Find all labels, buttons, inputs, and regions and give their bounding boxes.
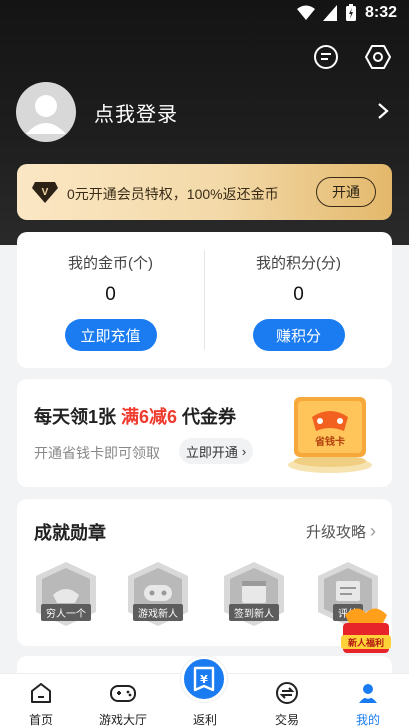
coins-value: 0 [105,284,116,305]
coupon-title-suffix: 代金券 [177,407,237,427]
message-icon[interactable] [311,42,341,72]
badge-label: 游戏新人 [133,604,183,621]
coupon-title-prefix: 每天领1张 [34,407,122,427]
chevron-right-icon: › [370,521,376,541]
savings-card-label: 省钱卡 [314,435,345,448]
coupon-highlight: 满6减6 [121,407,178,427]
tab-label: 首页 [28,713,53,727]
wallet-card: 我的金币(个) 0 立即充值 我的积分(分) 0 赚积分 [17,232,392,368]
upgrade-guide-label: 升级攻略 [305,524,366,541]
tab-label: 游戏大厅 [98,713,147,727]
vip-banner[interactable]: V 0元开通会员特权，100%返还金币 开通 [17,164,392,220]
settings-icon[interactable] [363,42,393,72]
default-avatar-icon [26,95,66,134]
battery-icon [345,4,356,21]
badge-label: 签到新人 [229,604,279,621]
status-bar: 8:32 [0,0,409,28]
wifi-icon [296,5,315,20]
recharge-button[interactable]: 立即充值 [64,319,157,351]
badge-item[interactable]: 穷人一个 [33,561,99,627]
coins-stat: 我的金币(个) 0 立即充值 [17,232,204,368]
points-value: 0 [293,284,304,305]
achievements-title: 成就勋章 [34,523,106,543]
chevron-right-icon[interactable] [375,101,391,121]
coupon-card[interactable]: 每天领1张 满6减6 代金券 开通省钱卡即可领取 立即开通 › 省钱卡 [17,379,392,487]
earn-points-button[interactable]: 赚积分 [252,319,345,351]
coupon-title: 每天领1张 满6减6 代金券 [34,403,236,429]
newbie-gift-icon[interactable]: 新人福利 [337,601,395,659]
user-icon [359,684,377,703]
coupon-open-button[interactable]: 立即开通 › [179,438,253,464]
badge-label: 穷人一个 [41,604,91,621]
upgrade-guide-link[interactable]: 升级攻略 › [306,521,376,542]
rebate-center-button[interactable]: ¥ [181,656,227,702]
chevron-right-icon: › [241,443,247,459]
vip-text: 0元开通会员特权，100%返还金币 [67,186,279,202]
achievements-card: 成就勋章 升级攻略› 穷人一个 游戏新人 签到新人 评估 [17,499,392,646]
rebate-icon: ¥ [193,666,215,692]
avatar[interactable] [16,82,76,142]
tab-home[interactable]: 首页 [0,674,82,727]
coins-label: 我的金币(个) [68,255,153,272]
tab-label: 交易 [274,713,299,727]
signal-icon [322,5,337,21]
tab-game-hall[interactable]: 游戏大厅 [82,674,164,727]
points-stat: 我的积分(分) 0 赚积分 [205,232,392,368]
vip-diamond-icon: V [32,182,58,203]
tab-mine[interactable]: 我的 [327,674,409,727]
newbie-gift-label: 新人福利 [348,637,384,649]
login-link[interactable]: 点我登录 [94,98,178,127]
badge-item[interactable]: 游戏新人 [125,561,191,627]
exchange-icon [276,682,298,704]
badge-item[interactable]: 签到新人 [221,561,287,627]
svg-text:¥: ¥ [200,673,208,686]
tab-trade[interactable]: 交易 [246,674,328,727]
points-label: 我的积分(分) [256,255,341,272]
savings-card-icon: 省钱卡 [288,397,372,473]
status-time: 8:32 [364,4,397,21]
home-icon [31,683,51,703]
vip-open-button[interactable]: 开通 [316,177,376,207]
tab-label: 返利 [192,713,217,727]
svg-text:V: V [42,187,49,198]
coupon-subtitle: 开通省钱卡即可领取 [34,445,160,461]
tab-label: 我的 [355,713,380,727]
gamepad-icon [110,685,136,702]
coupon-open-label: 立即开通 [185,444,238,460]
